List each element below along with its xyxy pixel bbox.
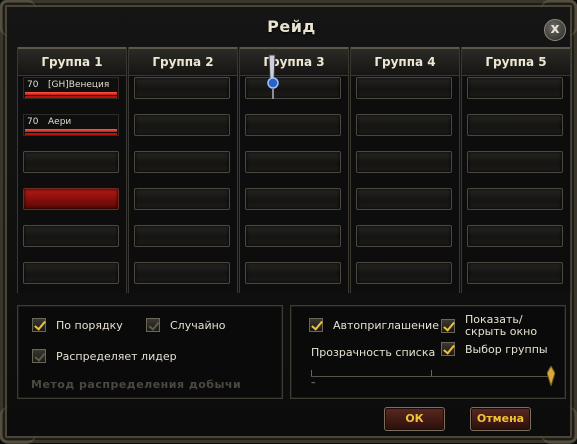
group-select-label: Выбор группы <box>465 342 548 356</box>
empty-slot[interactable] <box>245 151 341 173</box>
empty-slot[interactable] <box>134 77 230 99</box>
raid-group-2: Группа 2 <box>128 47 238 293</box>
group-header: Группа 2 <box>129 47 237 76</box>
raid-group-5: Группа 5 <box>461 47 571 293</box>
loot-leader-checkbox[interactable] <box>32 349 46 363</box>
frame-ornament <box>541 407 577 444</box>
raid-groups: Группа 1 70 [GH]Венеция 70 Аери Группа 2 Групп… <box>17 47 571 293</box>
member-level: 70 <box>27 117 39 127</box>
empty-slot[interactable] <box>356 188 452 210</box>
empty-slot[interactable] <box>356 114 452 136</box>
raid-group-1: Группа 1 70 [GH]Венеция 70 Аери <box>17 47 127 293</box>
loot-in-order-label: По порядку <box>56 318 123 332</box>
auto-invite-option[interactable]: Автоприглашение <box>309 318 439 332</box>
empty-slot[interactable] <box>356 77 452 99</box>
empty-slot[interactable] <box>245 114 341 136</box>
member-hp-bar <box>25 92 117 95</box>
member-name: [GH]Венеция <box>48 80 110 90</box>
raid-options-panel: Автоприглашение Показать/ скрыть окно Вы… <box>290 305 566 399</box>
empty-slot[interactable] <box>467 114 563 136</box>
loot-leader-option[interactable]: Распределяет лидер <box>32 349 177 363</box>
window-title: Рейд <box>267 17 316 36</box>
show-hide-label: Показать/ скрыть окно <box>465 313 538 338</box>
slider-tick <box>431 370 432 376</box>
raid-group-3: Группа 3 <box>239 47 349 293</box>
show-hide-checkbox[interactable] <box>441 319 455 333</box>
empty-slot[interactable] <box>134 225 230 247</box>
close-button[interactable]: x <box>544 19 566 41</box>
member-mp-bar <box>25 133 117 135</box>
empty-slot[interactable] <box>467 188 563 210</box>
empty-slot[interactable] <box>245 225 341 247</box>
group-header: Группа 1 <box>18 47 126 76</box>
empty-slot[interactable] <box>467 262 563 284</box>
raid-window: Рейд x Группа 1 70 [GH]Венеция 70 Аери Группа… <box>0 0 577 444</box>
empty-slot[interactable] <box>23 225 119 247</box>
loot-method-label: Метод распределения добычи <box>31 378 242 391</box>
loot-random-option[interactable]: Случайно <box>146 318 226 332</box>
loot-in-order-checkbox[interactable] <box>32 318 46 332</box>
empty-slot[interactable] <box>134 151 230 173</box>
group-select-checkbox[interactable] <box>441 342 455 356</box>
loot-random-checkbox[interactable] <box>146 318 160 332</box>
empty-slot[interactable] <box>467 151 563 173</box>
ok-button[interactable]: ОК <box>384 407 445 431</box>
member-mp-bar <box>25 96 117 98</box>
empty-slot[interactable] <box>467 225 563 247</box>
empty-slot[interactable] <box>23 151 119 173</box>
cancel-button[interactable]: Отмена <box>470 407 531 431</box>
empty-slot[interactable] <box>356 225 452 247</box>
close-icon: x <box>550 21 560 37</box>
loot-in-order-option[interactable]: По порядку <box>32 318 123 332</box>
group-header: Группа 4 <box>351 47 459 76</box>
member-level: 70 <box>27 80 39 90</box>
loot-leader-label: Распределяет лидер <box>56 349 177 363</box>
empty-slot[interactable] <box>23 262 119 284</box>
empty-slot[interactable] <box>356 151 452 173</box>
empty-slot[interactable] <box>245 77 341 99</box>
slider-tick <box>311 370 312 376</box>
loot-distribution-panel: По порядку Случайно Распределяет лидер М… <box>17 305 283 399</box>
group-select-option[interactable]: Выбор группы <box>441 342 548 356</box>
slider-thumb-icon[interactable] <box>547 366 555 386</box>
member-hp-bar <box>25 129 117 132</box>
empty-slot[interactable] <box>245 262 341 284</box>
party-member-slot[interactable]: 70 [GH]Венеция <box>23 77 119 99</box>
transparency-label: Прозрачность списка <box>311 346 436 359</box>
show-hide-option[interactable]: Показать/ скрыть окно <box>441 314 545 338</box>
transparency-min-label: – <box>311 378 316 388</box>
empty-slot[interactable] <box>134 188 230 210</box>
highlighted-slot[interactable] <box>23 188 119 210</box>
empty-slot[interactable] <box>245 188 341 210</box>
group-header: Группа 5 <box>462 47 570 76</box>
auto-invite-label: Автоприглашение <box>333 318 439 332</box>
loot-random-label: Случайно <box>170 318 226 332</box>
group-header: Группа 3 <box>240 47 348 76</box>
empty-slot[interactable] <box>134 114 230 136</box>
empty-slot[interactable] <box>356 262 452 284</box>
raid-group-4: Группа 4 <box>350 47 460 293</box>
member-name: Аери <box>48 117 72 127</box>
frame-ornament <box>0 407 36 444</box>
mouse-cursor-icon <box>267 54 279 99</box>
empty-slot[interactable] <box>134 262 230 284</box>
party-member-slot[interactable]: 70 Аери <box>23 114 119 136</box>
auto-invite-checkbox[interactable] <box>309 318 323 332</box>
empty-slot[interactable] <box>467 77 563 99</box>
transparency-slider[interactable] <box>311 376 553 377</box>
